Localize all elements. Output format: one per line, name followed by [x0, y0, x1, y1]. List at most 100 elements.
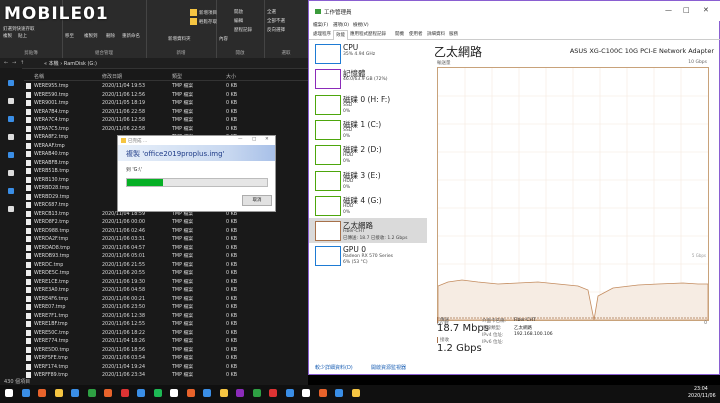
resource-item[interactable]: 磁碟 1 (C:) SSD 0% — [309, 117, 427, 142]
resource-detail: HDD — [343, 203, 354, 209]
rename-button[interactable]: 重新命名 — [122, 33, 140, 39]
file-row[interactable]: WERFF89.tmp 2020/11/06 23:34 TMP 檔案 0 KB — [24, 371, 308, 380]
taskbar-app-icon[interactable] — [5, 389, 13, 397]
maximize-icon[interactable]: □ — [683, 6, 690, 14]
history-button[interactable]: 歷程記錄 — [234, 27, 252, 33]
file-icon — [26, 168, 31, 174]
file-name: WERFF89.tmp — [34, 373, 68, 378]
col-name[interactable]: 名稱 — [34, 73, 44, 80]
tab-services[interactable]: 服務 — [447, 30, 460, 39]
tab-app-history[interactable]: 應用程式歷程記錄 — [348, 30, 388, 39]
taskbar-app-icon[interactable] — [203, 389, 211, 397]
back-arrow-icon[interactable]: ← — [4, 60, 8, 66]
menu-options[interactable]: 選項(O) — [333, 22, 349, 28]
file-icon — [26, 100, 31, 106]
taskbar-app-icon[interactable] — [54, 389, 63, 397]
select-none-button[interactable]: 全部不選 — [267, 18, 285, 24]
taskbar-app-icon[interactable] — [302, 389, 310, 397]
file-icon — [26, 108, 31, 115]
resource-item[interactable]: 磁碟 4 (G:) HDD 0% — [309, 193, 427, 218]
drive-icon[interactable] — [8, 170, 14, 176]
taskbar-app-icon[interactable] — [351, 389, 360, 397]
resource-item[interactable]: 磁碟 3 (E:) HDD 0% — [309, 168, 427, 193]
address-bar[interactable]: ← → ↑ « 本機 › RamDisk (G:) — [0, 58, 308, 69]
edit-button[interactable]: 編輯 — [234, 18, 243, 24]
taskbar-app-icon[interactable] — [104, 389, 112, 397]
select-all-button[interactable]: 全選 — [267, 9, 276, 15]
taskbar-app-icon[interactable] — [153, 389, 162, 397]
up-arrow-icon[interactable]: ↑ — [20, 60, 24, 66]
new-item-label: 新增項目 — [199, 11, 217, 16]
file-icon — [26, 83, 31, 89]
minimize-icon[interactable]: — — [238, 137, 243, 142]
taskbar-app-icon[interactable] — [21, 389, 30, 397]
resource-item[interactable]: 磁碟 2 (D:) HDD 0% — [309, 142, 427, 167]
resource-item[interactable]: 磁碟 0 (H: F:) SSD 0% — [309, 92, 427, 117]
forward-arrow-icon[interactable]: → — [12, 60, 16, 66]
copy-button[interactable]: 複製 — [3, 33, 12, 39]
taskbar-app-icon[interactable] — [236, 389, 244, 397]
tab-users[interactable]: 使用者 — [407, 30, 425, 39]
new-folder-button[interactable]: 新增資料夾 — [168, 36, 191, 42]
resource-thumbnail — [315, 246, 341, 267]
menu-file[interactable]: 檔案(F) — [313, 22, 328, 28]
taskbar-app-icon[interactable] — [186, 389, 195, 397]
network-icon[interactable] — [8, 188, 14, 194]
menu-view[interactable]: 檢視(V) — [353, 22, 369, 28]
resource-monitor-link[interactable]: 開啟資源監視器 — [371, 364, 406, 371]
close-icon[interactable]: ✕ — [265, 137, 269, 142]
taskbar-app-icon[interactable] — [120, 389, 129, 397]
taskbar-app-icon[interactable] — [219, 389, 228, 397]
invert-selection-button[interactable]: 反向選擇 — [267, 27, 285, 33]
delete-button[interactable]: 刪除 — [106, 33, 115, 39]
copy-label: 複製 — [3, 34, 12, 39]
throughput-label: 輸送量 — [437, 61, 451, 66]
taskbar-app-icon[interactable] — [87, 389, 96, 397]
fewer-details-link[interactable]: 較少詳細資料(D) — [315, 364, 353, 371]
resource-detail: 0% — [343, 184, 351, 190]
cancel-button[interactable]: 取消 — [242, 195, 272, 206]
taskbar-app-icon[interactable] — [170, 389, 178, 397]
resource-item[interactable]: 記憶體 46.0/63.9 GB (72%) — [309, 66, 427, 91]
col-size[interactable]: 大小 — [226, 73, 236, 80]
col-date[interactable]: 修改日期 — [102, 73, 122, 80]
clock-date[interactable]: 2020/11/06 — [688, 394, 716, 399]
quick-access-icon[interactable] — [8, 80, 14, 86]
taskbar-app-icon[interactable] — [335, 389, 343, 397]
file-type: TMP 檔案 — [172, 373, 194, 378]
taskbar-app-icon[interactable] — [137, 389, 145, 397]
resource-item[interactable]: CPU 35% 4.94 GHz — [309, 41, 427, 66]
this-pc-icon[interactable] — [8, 152, 14, 158]
resource-item[interactable]: GPU 0 Radeon RX 570 Series 6% (53 °C) — [309, 243, 427, 268]
tab-startup[interactable]: 開機 — [393, 30, 406, 39]
taskbar-app-icon[interactable] — [269, 389, 277, 397]
move-to-button[interactable]: 移至 — [65, 33, 74, 39]
minimize-icon[interactable]: — — [665, 6, 672, 14]
taskbar-app-icon[interactable] — [38, 389, 46, 397]
task-manager-window: 工作管理員 — □ ✕ 檔案(F) 選項(O) 檢視(V) 處理程序 效能 應用… — [308, 0, 720, 375]
taskbar-app-icon[interactable] — [252, 389, 261, 397]
taskbar-app-icon[interactable] — [318, 389, 327, 397]
pin-icon[interactable] — [8, 98, 14, 104]
folder-icon[interactable] — [8, 134, 14, 140]
restore-icon[interactable]: □ — [252, 137, 256, 142]
new-item-button[interactable]: 新增項目 — [190, 9, 217, 16]
drive-icon[interactable] — [8, 206, 14, 212]
onedrive-icon[interactable] — [8, 116, 14, 122]
easy-access-button[interactable]: 輕鬆存取 — [190, 18, 217, 25]
tab-details[interactable]: 詳細資料 — [425, 30, 447, 39]
taskbar-app-icon[interactable] — [71, 389, 79, 397]
resource-detail: Fiber-CHT — [343, 229, 365, 235]
paste-button[interactable]: 貼上 — [18, 33, 27, 39]
open-button[interactable]: 開啟 — [234, 9, 243, 15]
resource-item[interactable]: 乙太網路 Fiber-CHT 已傳送: 18.7 已接收: 1.2 Gbps — [309, 218, 427, 244]
copy-to-button[interactable]: 複製到 — [84, 33, 98, 39]
close-icon[interactable]: ✕ — [703, 6, 709, 14]
taskbar-app-icon[interactable] — [285, 389, 294, 397]
tab-processes[interactable]: 處理程序 — [311, 30, 333, 39]
tab-performance[interactable]: 效能 — [333, 30, 348, 40]
clock-time[interactable]: 23:04 — [694, 387, 708, 392]
pin-quick-access-button[interactable]: 釘選到快速存取 — [3, 26, 35, 32]
properties-button[interactable]: 內容 — [219, 36, 228, 42]
col-type[interactable]: 類型 — [172, 73, 182, 80]
